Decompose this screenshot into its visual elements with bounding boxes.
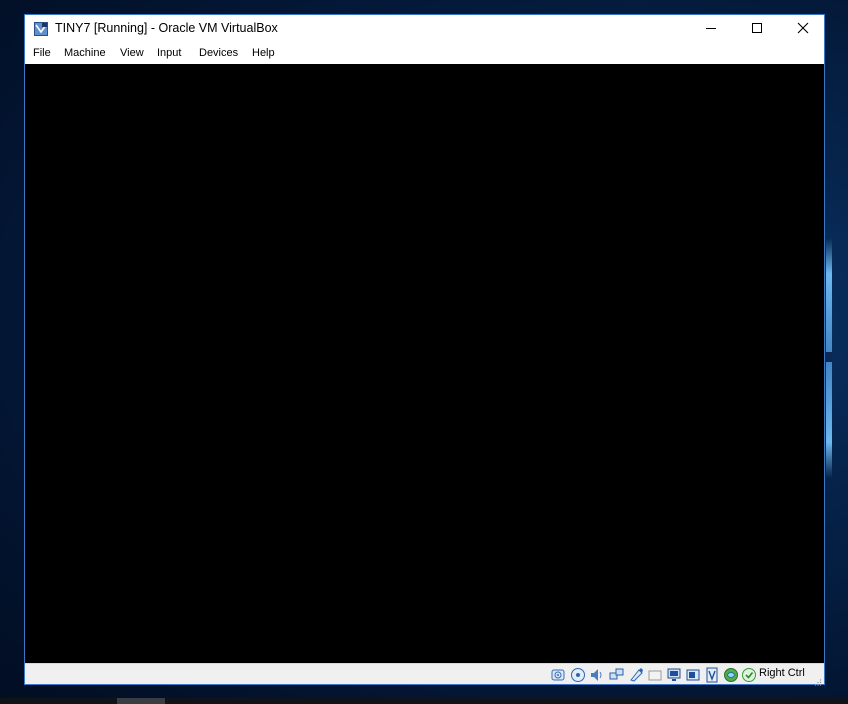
resize-grip-icon[interactable] [814, 673, 822, 686]
taskbar-item[interactable] [117, 698, 165, 704]
host-key-label: Right Ctrl [759, 667, 805, 679]
status-bar: Right Ctrl [25, 663, 824, 686]
menu-input[interactable]: Input [157, 47, 181, 59]
minimize-icon [705, 21, 717, 39]
keyboard-capture-icon[interactable] [741, 667, 757, 683]
vm-display-screen[interactable] [25, 64, 824, 663]
title-bar[interactable]: TINY7 [Running] - Oracle VM VirtualBox [25, 15, 824, 45]
menu-help[interactable]: Help [252, 47, 275, 59]
network-icon[interactable] [609, 667, 625, 683]
window-title: TINY7 [Running] - Oracle VM VirtualBox [55, 21, 278, 35]
menu-bar: File Machine View Input Devices Help [25, 45, 824, 63]
desktop-background: TINY7 [Running] - Oracle VM VirtualBox F… [0, 0, 848, 704]
menu-view[interactable]: View [120, 47, 144, 59]
maximize-icon [751, 21, 763, 39]
desktop-glow-gap [826, 352, 832, 362]
display-icon[interactable] [666, 667, 682, 683]
mouse-integration-icon[interactable] [723, 667, 739, 683]
minimize-button[interactable] [688, 15, 734, 44]
optical-drive-icon[interactable] [570, 667, 586, 683]
close-button[interactable] [780, 15, 826, 44]
close-icon [797, 21, 809, 39]
usb-icon[interactable] [628, 667, 644, 683]
menu-devices[interactable]: Devices [199, 47, 238, 59]
cpu-indicator-icon[interactable] [704, 667, 720, 683]
shared-folders-icon[interactable] [647, 667, 663, 683]
audio-icon[interactable] [589, 667, 605, 683]
menu-machine[interactable]: Machine [64, 47, 106, 59]
virtualbox-vm-window: TINY7 [Running] - Oracle VM VirtualBox F… [24, 14, 825, 686]
recording-icon[interactable] [685, 667, 701, 683]
hard-disk-icon[interactable] [550, 667, 566, 683]
menu-file[interactable]: File [33, 47, 51, 59]
virtualbox-icon [33, 21, 49, 37]
maximize-button[interactable] [734, 15, 780, 44]
